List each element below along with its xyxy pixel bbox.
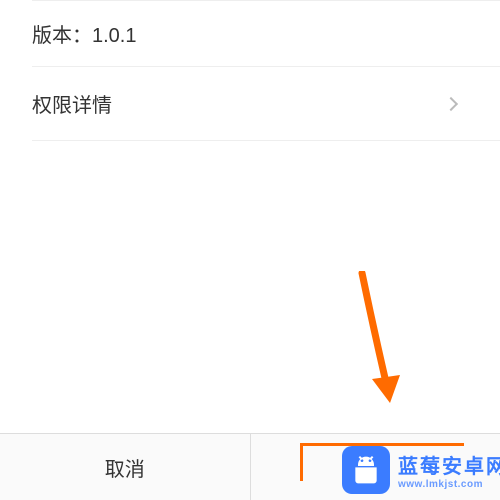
version-row: 版本：1.0.1 <box>0 1 500 66</box>
permissions-label: 权限详情 <box>32 89 112 118</box>
watermark-title: 蓝莓安卓网 <box>398 450 500 479</box>
watermark-badge-icon <box>342 446 390 494</box>
watermark-text: 蓝莓安卓网 www.lmkjst.com <box>398 450 500 490</box>
watermark: 蓝莓安卓网 www.lmkjst.com <box>330 440 500 500</box>
arrow-annotation-icon <box>354 271 404 421</box>
cancel-label: 取消 <box>105 453 145 482</box>
permissions-row[interactable]: 权限详情 <box>0 67 500 140</box>
cancel-button[interactable]: 取消 <box>0 434 251 500</box>
watermark-subtitle: www.lmkjst.com <box>398 479 500 490</box>
content-area <box>0 141 500 429</box>
chevron-right-icon <box>444 96 458 110</box>
version-label: 版本：1.0.1 <box>32 25 136 47</box>
